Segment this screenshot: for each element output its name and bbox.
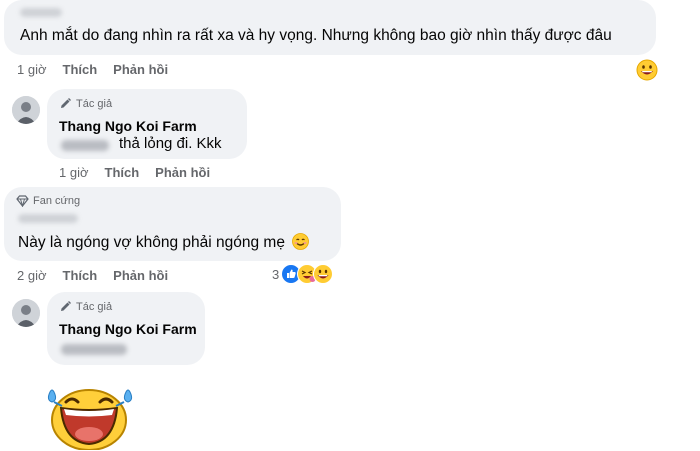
reply-bubble: Tác giả Thang Ngo Koi Farm thả lỏng đi. … bbox=[47, 89, 247, 159]
author-badge: Tác giả bbox=[59, 97, 112, 110]
grinning-face-icon[interactable] bbox=[636, 59, 658, 81]
reply-bubble: Tác giả Thang Ngo Koi Farm bbox=[47, 292, 205, 365]
comment-bubble: Anh mắt do đang nhìn ra rất xa và hy vọn… bbox=[4, 0, 656, 55]
comment-actions: 1 giờ Thích Phản hồi bbox=[17, 62, 168, 77]
badge-label: Tác giả bbox=[76, 97, 113, 110]
commenter-name-blurred bbox=[20, 8, 62, 17]
like-button[interactable]: Thích bbox=[105, 165, 140, 180]
laughing-icon bbox=[313, 264, 334, 284]
comment-text-body: Này là ngóng vợ không phải ngóng mẹ bbox=[18, 234, 285, 251]
comment-bubble: Fan cứng Này là ngóng vợ không phải ngón… bbox=[4, 187, 341, 261]
author-avatar[interactable] bbox=[12, 299, 40, 327]
reply-time[interactable]: 1 giờ bbox=[59, 165, 89, 180]
comment-time[interactable]: 2 giờ bbox=[17, 268, 47, 283]
reply-button[interactable]: Phản hồi bbox=[155, 165, 210, 180]
comment-text: Này là ngóng vợ không phải ngóng mẹ bbox=[18, 233, 310, 252]
fan-badge: Fan cứng bbox=[16, 195, 80, 207]
commenter-name-blurred[interactable] bbox=[18, 214, 78, 223]
comment-time[interactable]: 1 giờ bbox=[17, 62, 47, 77]
reaction-count: 3 bbox=[272, 266, 280, 282]
reaction-summary[interactable]: 3 bbox=[272, 264, 334, 284]
author-avatar[interactable] bbox=[12, 96, 40, 124]
avatar-image bbox=[12, 299, 40, 327]
reply-actions: 1 giờ Thích Phản hồi bbox=[59, 165, 210, 180]
badge-label: Fan cứng bbox=[33, 195, 81, 207]
tears-of-joy-sticker[interactable] bbox=[44, 380, 134, 450]
comment-text: Anh mắt do đang nhìn ra rất xa và hy vọn… bbox=[20, 27, 612, 44]
pencil-icon bbox=[61, 98, 71, 108]
comment-actions: 2 giờ Thích Phản hồi bbox=[17, 268, 168, 283]
smiling-face-icon bbox=[292, 233, 310, 250]
author-name[interactable]: Thang Ngo Koi Farm bbox=[59, 118, 197, 134]
reply-text: thả lỏng đi. Kkk bbox=[119, 135, 222, 152]
like-button[interactable]: Thích bbox=[63, 268, 98, 283]
reply-button[interactable]: Phản hồi bbox=[113, 62, 168, 77]
mentioned-name-blurred[interactable] bbox=[61, 140, 109, 151]
like-button[interactable]: Thích bbox=[63, 62, 98, 77]
pencil-icon bbox=[61, 301, 71, 311]
author-badge: Tác giả bbox=[59, 300, 112, 313]
avatar-image bbox=[12, 96, 40, 124]
reply-button[interactable]: Phản hồi bbox=[113, 268, 168, 283]
mentioned-name-blurred[interactable] bbox=[61, 344, 127, 355]
diamond-icon bbox=[16, 195, 29, 207]
badge-label: Tác giả bbox=[76, 300, 113, 313]
author-name[interactable]: Thang Ngo Koi Farm bbox=[59, 321, 197, 337]
